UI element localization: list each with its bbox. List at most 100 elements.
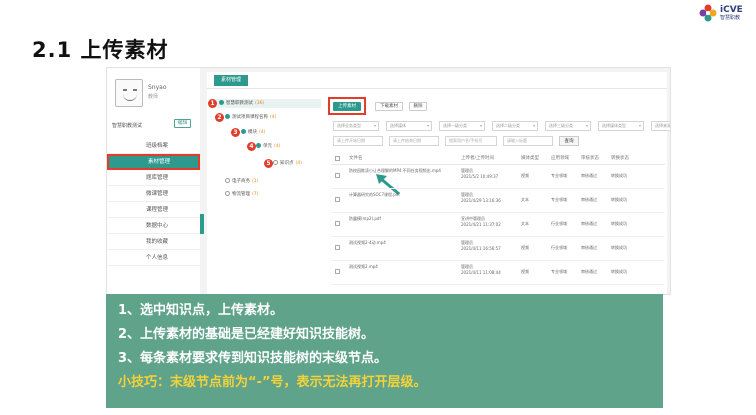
tree-node-label: 模块 bbox=[248, 130, 257, 135]
cell-media-type: 视频 bbox=[521, 173, 529, 178]
business-type-select[interactable]: 选择业务类型 ▾ bbox=[333, 121, 379, 131]
icve-logo: iCVE 智慧职教 bbox=[698, 2, 748, 24]
delete-button[interactable]: 删除 bbox=[409, 102, 427, 111]
tree-node-count: (4) bbox=[274, 144, 281, 149]
tree-node-label: 测试项目课程名称 bbox=[232, 115, 268, 120]
sidebar-menu: 班级档案 素材管理 题库管理 微课管理 课程管理 数据中心 我的收藏 个人信息 bbox=[107, 138, 200, 266]
table-row[interactable]: 防校园欺凌小让合理解的MP4 不同任务视频出.mp4 管理员 2021/5/2 1… bbox=[331, 165, 665, 189]
level1-category-select[interactable]: 选择一级分类 ▾ bbox=[439, 121, 485, 131]
cell-media-type: 文本 bbox=[521, 197, 529, 202]
start-date-input[interactable]: 请上传开始日期 bbox=[333, 136, 383, 146]
row-checkbox[interactable] bbox=[335, 173, 340, 178]
material-table: 文件名 上传者/上传时间 媒体类型 应用领域 审核状态 转换状态 防校园欺凌小让… bbox=[331, 153, 665, 285]
row-checkbox[interactable] bbox=[335, 221, 340, 226]
media-select[interactable]: 选择媒体 ▾ bbox=[386, 121, 432, 131]
tree-node-logistics[interactable]: 物流管理 (7) bbox=[221, 190, 258, 199]
sidebar-item-course-management[interactable]: 课程管理 bbox=[107, 202, 200, 218]
sidebar-item-material-management[interactable]: 素材管理 bbox=[107, 154, 200, 170]
step-badge: 3 bbox=[231, 128, 240, 137]
logo-flower-icon bbox=[699, 4, 717, 22]
table-row[interactable]: 防震模(mp2).pdf 宣讲中管理员 2021/4/21 11:37:02 文本… bbox=[331, 213, 665, 237]
cell-audit: 审核通过 bbox=[581, 197, 597, 202]
tree-node-dot-icon bbox=[241, 129, 246, 134]
sidebar-item-class-archive[interactable]: 班级档案 bbox=[107, 138, 200, 154]
tree-node-count: (4) bbox=[270, 115, 277, 120]
tree-node-unit[interactable]: 单元 (4) bbox=[252, 142, 280, 151]
edit-profile-button[interactable]: 编辑 bbox=[174, 119, 191, 128]
level3-category-select[interactable]: 选择三级分类 ▾ bbox=[545, 121, 591, 131]
cell-filename[interactable]: 测试视频2-4动.mp4 bbox=[349, 240, 449, 246]
sidebar-item-personal-info[interactable]: 个人信息 bbox=[107, 250, 200, 266]
cell-media-type: 视频 bbox=[521, 245, 529, 250]
tree-node-dot-icon bbox=[225, 114, 230, 119]
chevron-down-icon: ▾ bbox=[373, 123, 376, 128]
avatar[interactable] bbox=[115, 79, 143, 107]
cell-uploader: 管理员 2021/4/11 11:08:44 bbox=[461, 264, 501, 275]
chevron-down-icon: ▾ bbox=[532, 123, 535, 128]
cell-filename[interactable]: 防震模(mp2).pdf bbox=[349, 216, 449, 222]
cell-filename[interactable]: 计算器研究的SOC7课程.pdf bbox=[349, 192, 449, 198]
user-name: Snyao bbox=[148, 84, 167, 91]
tree-node-course[interactable]: 测试项目课程名称 (4) bbox=[221, 113, 276, 122]
row-checkbox[interactable] bbox=[335, 269, 340, 274]
tab-material-management[interactable]: 素材管理 bbox=[214, 75, 248, 86]
download-material-button[interactable]: 下载素材 bbox=[375, 102, 403, 111]
cell-convert: 转换成功 bbox=[611, 269, 627, 274]
tree-node-ecommerce[interactable]: 电子商务 (1) bbox=[221, 177, 258, 186]
cell-filename[interactable]: 防校园欺凌小让合理解的MP4 不同任务视频出.mp4 bbox=[349, 168, 449, 174]
instruction-line-2: 2、上传素材的基础是已经建好知识技能树。 bbox=[118, 327, 375, 342]
tree-node-root[interactable]: 智慧职教测试 (36) bbox=[209, 99, 321, 108]
user-search-input[interactable]: 搜索用户名/手机号 bbox=[445, 136, 497, 146]
tree-node-dot-icon bbox=[219, 100, 224, 105]
title-search-input[interactable]: 请输入标题 bbox=[503, 136, 553, 146]
cell-field: 专业领域 bbox=[551, 173, 567, 178]
source-select[interactable]: 选择来源▾ bbox=[651, 121, 670, 131]
avatar-mouth bbox=[123, 94, 137, 101]
cell-media-type: 文本 bbox=[521, 221, 529, 226]
row-checkbox[interactable] bbox=[335, 197, 340, 202]
level2-category-select[interactable]: 选择二级分类 ▾ bbox=[492, 121, 538, 131]
tree-node-count: (4) bbox=[259, 130, 266, 135]
cell-convert: 转换成功 bbox=[611, 245, 627, 250]
upload-material-button[interactable]: 上传素材 bbox=[333, 102, 361, 111]
logo-subtext: 智慧职教 bbox=[720, 15, 741, 21]
table-header: 文件名 上传者/上传时间 媒体类型 应用领域 审核状态 转换状态 bbox=[331, 153, 665, 165]
chevron-down-icon: ▾ bbox=[426, 123, 429, 128]
header-media-type: 媒体类型 bbox=[521, 156, 539, 161]
cell-field: 行业领域 bbox=[551, 245, 567, 250]
tree-node-knowledge-point[interactable]: 知识点 (4) bbox=[269, 159, 302, 168]
tree-node-dot-icon bbox=[256, 143, 261, 148]
step-badge: 1 bbox=[208, 99, 217, 108]
cell-filename[interactable]: 测试视频2.mp4 bbox=[349, 264, 449, 270]
select-all-checkbox[interactable] bbox=[335, 156, 340, 161]
main-panel: 素材管理 智慧职教测试 (36) 1 测试项目课程名称 (4) 2 模块 (4) 3 … bbox=[207, 72, 670, 294]
sidebar-item-favorites[interactable]: 我的收藏 bbox=[107, 234, 200, 250]
cell-audit: 审核通过 bbox=[581, 269, 597, 274]
chevron-down-icon: ▾ bbox=[638, 123, 641, 128]
profile-sidebar: Snyao 教师 智慧职教测试 编辑 班级档案 素材管理 题库管理 微课管理 课… bbox=[107, 68, 200, 294]
tree-node-label: 智慧职教测试 bbox=[226, 101, 253, 106]
tree-node-module[interactable]: 模块 (4) bbox=[237, 128, 265, 137]
slide-title: 2.1 上传素材 bbox=[32, 38, 169, 62]
cell-uploader: 管理员 2021/4/29 13:16:36 bbox=[461, 192, 501, 203]
scroll-handle[interactable] bbox=[200, 214, 204, 234]
media-type-select[interactable]: 选择媒体类型 ▾ bbox=[598, 121, 644, 131]
table-row[interactable]: 测试视频2-4动.mp4 管理员 2021/4/11 16:56:57 视频 行业… bbox=[331, 237, 665, 261]
tree-node-label: 电子商务 bbox=[232, 179, 250, 184]
sidebar-item-data-center[interactable]: 数据中心 bbox=[107, 218, 200, 234]
row-checkbox[interactable] bbox=[335, 245, 340, 250]
tree-node-count: (7) bbox=[252, 192, 259, 197]
cell-convert: 转换成功 bbox=[611, 221, 627, 226]
cell-field: 专业领域 bbox=[551, 197, 567, 202]
sidebar-item-question-bank[interactable]: 题库管理 bbox=[107, 170, 200, 186]
search-button[interactable]: 查询 bbox=[559, 136, 579, 146]
table-row[interactable]: 计算器研究的SOC7课程.pdf 管理员 2021/4/29 13:16:36 文… bbox=[331, 189, 665, 213]
sidebar-item-micro-course[interactable]: 微课管理 bbox=[107, 186, 200, 202]
table-row[interactable]: 测试视频2.mp4 管理员 2021/4/11 11:08:44 视频 专业领域 … bbox=[331, 261, 665, 285]
knowledge-tree: 智慧职教测试 (36) 1 测试项目课程名称 (4) 2 模块 (4) 3 单元 (4)… bbox=[207, 94, 325, 294]
tree-node-count: (4) bbox=[295, 161, 302, 166]
end-date-input[interactable]: 请上传结束日期 bbox=[389, 136, 439, 146]
user-role: 教师 bbox=[148, 94, 159, 100]
instruction-line-1: 1、选中知识点，上传素材。 bbox=[118, 303, 284, 318]
cell-audit: 审核通过 bbox=[581, 221, 597, 226]
